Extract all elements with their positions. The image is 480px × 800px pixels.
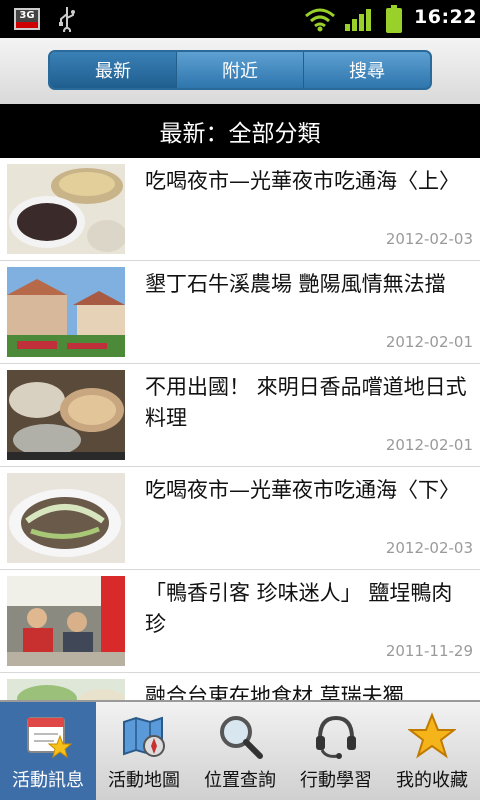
list-item[interactable]: 融合台東在地食材 莫瑞夫獨 xyxy=(0,673,480,700)
nav-my-favorites[interactable]: 我的收藏 xyxy=(384,702,480,800)
headset-icon xyxy=(316,715,356,759)
segmented-control: 最新 附近 搜尋 xyxy=(48,50,432,90)
food-photo xyxy=(7,679,125,700)
tab-search[interactable]: 搜尋 xyxy=(303,52,430,88)
network-badge: 3G xyxy=(16,10,38,22)
clock: 16:22 xyxy=(414,6,477,28)
status-bar: 3G 16:22 xyxy=(0,0,480,38)
item-title: 吃喝夜市—光華夜市吃通海〈下〉 xyxy=(145,478,460,502)
shop-photo xyxy=(7,576,125,666)
nav-label: 活動地圖 xyxy=(108,770,180,791)
star-icon xyxy=(408,712,456,759)
item-title: 吃喝夜市—光華夜市吃通海〈上〉 xyxy=(145,169,460,193)
tab-nearby[interactable]: 附近 xyxy=(176,52,303,88)
bottom-nav: 活動訊息 活動地圖 位置查詢 行動學習 我的收藏 xyxy=(0,700,480,800)
food-photo xyxy=(7,473,125,563)
item-date: 2012-02-01 xyxy=(385,333,473,351)
item-date: 2012-02-01 xyxy=(385,436,473,454)
calendar-star-icon xyxy=(27,717,72,759)
map-compass-icon xyxy=(123,716,165,757)
item-title: 融合台東在地食材 莫瑞夫獨 xyxy=(145,684,404,700)
tab-latest[interactable]: 最新 xyxy=(50,52,176,88)
item-date: 2012-02-03 xyxy=(385,539,473,557)
nav-mobile-learning[interactable]: 行動學習 xyxy=(288,702,384,800)
usb-icon xyxy=(59,7,75,32)
article-list: 吃喝夜市—光華夜市吃通海〈上〉 2012-02-03 墾丁石牛溪農場 艷陽風情無… xyxy=(0,158,480,700)
magnifier-icon xyxy=(220,716,263,759)
japanese-food-photo xyxy=(7,370,125,460)
list-item[interactable]: 墾丁石牛溪農場 艷陽風情無法擋 2012-02-01 xyxy=(0,261,480,364)
signal-icon xyxy=(345,9,371,31)
nav-activity-info[interactable]: 活動訊息 xyxy=(0,702,96,800)
wifi-icon xyxy=(305,8,335,32)
farm-photo xyxy=(7,267,125,357)
list-item[interactable]: 「鴨香引客 珍味迷人」 鹽埕鴨肉珍 2011-11-29 xyxy=(0,570,480,673)
list-item[interactable]: 吃喝夜市—光華夜市吃通海〈下〉 2012-02-03 xyxy=(0,467,480,570)
nav-label: 活動訊息 xyxy=(12,770,84,791)
item-title: 「鴨香引客 珍味迷人」 鹽埕鴨肉珍 xyxy=(145,581,453,636)
nav-label: 行動學習 xyxy=(300,770,372,791)
item-date: 2012-02-03 xyxy=(385,230,473,248)
battery-icon xyxy=(386,5,402,33)
nav-label: 位置查詢 xyxy=(204,770,276,791)
nav-activity-map[interactable]: 活動地圖 xyxy=(96,702,192,800)
3g-icon: 3G xyxy=(14,8,40,30)
tab-bar: 最新 附近 搜尋 xyxy=(0,38,480,104)
nav-label: 我的收藏 xyxy=(396,770,468,791)
category-header: 最新：全部分類 xyxy=(0,104,480,158)
item-date: 2011-11-29 xyxy=(385,642,473,660)
item-title: 墾丁石牛溪農場 艷陽風情無法擋 xyxy=(145,272,446,296)
item-title: 不用出國！ 來明日香品嚐道地日式料理 xyxy=(145,375,467,430)
food-photo xyxy=(7,164,125,254)
nav-location-search[interactable]: 位置查詢 xyxy=(192,702,288,800)
list-item[interactable]: 吃喝夜市—光華夜市吃通海〈上〉 2012-02-03 xyxy=(0,158,480,261)
list-item[interactable]: 不用出國！ 來明日香品嚐道地日式料理 2012-02-01 xyxy=(0,364,480,467)
